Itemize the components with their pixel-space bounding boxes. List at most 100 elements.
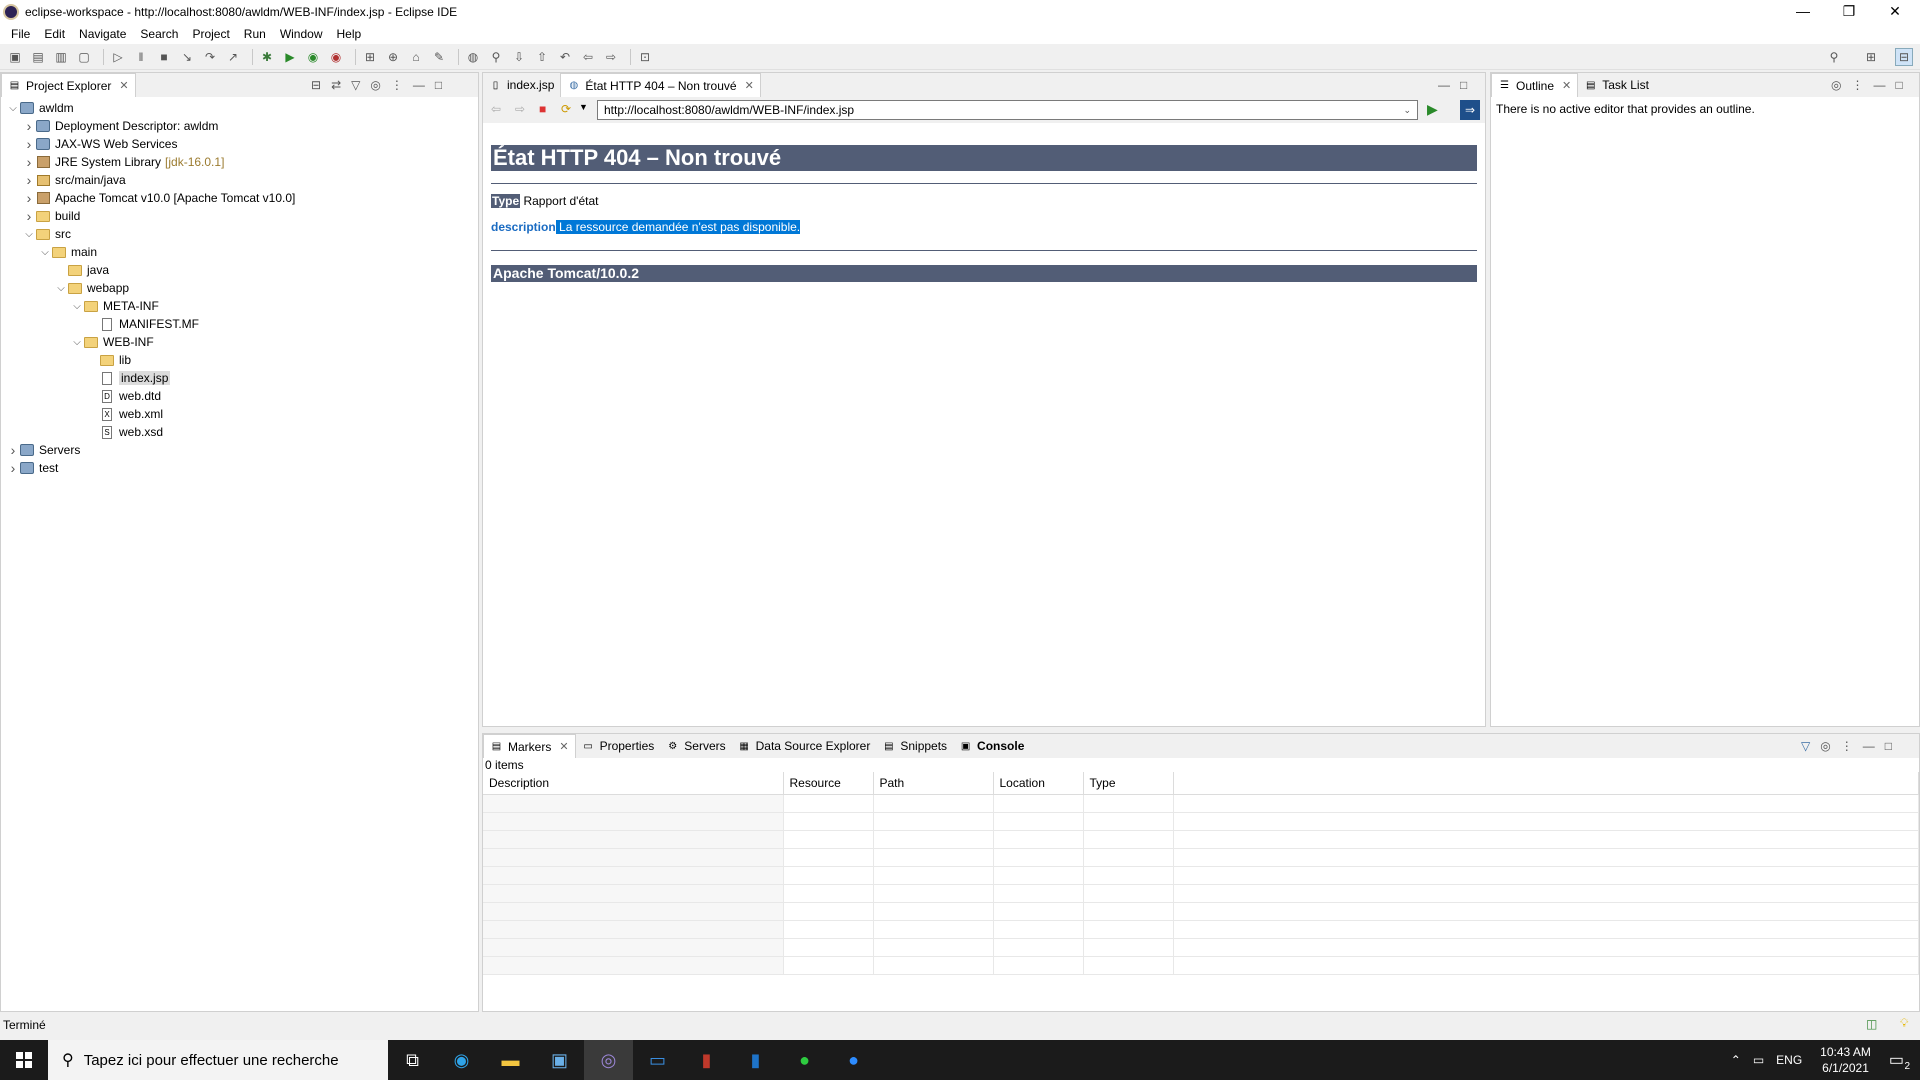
back-icon[interactable]: ⇦ bbox=[579, 48, 597, 66]
clock[interactable]: 10:43 AM 6/1/2021 bbox=[1820, 1044, 1871, 1076]
minimize-view-icon[interactable]: — bbox=[1863, 739, 1875, 753]
taskbar-search[interactable]: ⚲ Tapez ici pour effectuer une recherche bbox=[48, 1040, 388, 1080]
notifications-icon[interactable]: ▭ 2 bbox=[1889, 1050, 1910, 1072]
back-icon[interactable]: ⇦ bbox=[491, 102, 501, 116]
stop-icon[interactable]: ■ bbox=[539, 102, 546, 116]
menu-window[interactable]: Window bbox=[273, 27, 330, 41]
tray-chevron-icon[interactable]: ⌃ bbox=[1731, 1053, 1741, 1067]
tree-item[interactable]: lib bbox=[1, 351, 478, 369]
refresh-icon[interactable]: ⟳ bbox=[561, 102, 571, 116]
menu-help[interactable]: Help bbox=[330, 27, 369, 41]
maximize-view-icon[interactable]: □ bbox=[1460, 78, 1467, 92]
chevron-right-icon[interactable]: › bbox=[23, 190, 35, 206]
chevron-down-icon[interactable]: ▼ bbox=[579, 102, 588, 112]
access-icon[interactable]: ▮ bbox=[682, 1040, 731, 1080]
close-icon[interactable]: ✕ bbox=[1562, 79, 1571, 92]
link-editor-icon[interactable]: ⇄ bbox=[331, 78, 341, 92]
previous-annotation-icon[interactable]: ⇧ bbox=[533, 48, 551, 66]
tree-item[interactable]: › Deployment Descriptor: awldm bbox=[1, 117, 478, 135]
task-view-icon[interactable]: ⧉ bbox=[388, 1040, 437, 1080]
tab-console[interactable]: ▣ Console bbox=[953, 734, 1030, 758]
open-perspective-icon[interactable]: ⊞ bbox=[1862, 48, 1880, 66]
tree-item[interactable]: ⌵ src bbox=[1, 225, 478, 243]
menu-search[interactable]: Search bbox=[133, 27, 185, 41]
tab-project-explorer[interactable]: ▤ Project Explorer ✕ bbox=[1, 73, 136, 97]
suspend-icon[interactable]: ‖ bbox=[132, 48, 150, 66]
focus-icon[interactable]: ◎ bbox=[1831, 78, 1841, 92]
browser-menu-icon[interactable]: ⇒ bbox=[1460, 100, 1480, 120]
debug-icon[interactable]: ✱ bbox=[258, 48, 276, 66]
open-task-icon[interactable]: ✎ bbox=[430, 48, 448, 66]
edge-icon[interactable]: ◉ bbox=[437, 1040, 486, 1080]
close-icon[interactable]: ✕ bbox=[559, 740, 568, 753]
run-icon[interactable]: ▶ bbox=[281, 48, 299, 66]
tree-item[interactable]: index.jsp bbox=[1, 369, 478, 387]
tree-item[interactable]: ⌵ META-INF bbox=[1, 297, 478, 315]
column-header-location[interactable]: Location bbox=[993, 772, 1084, 795]
maximize-view-icon[interactable]: □ bbox=[435, 78, 442, 92]
tab-outline[interactable]: ☰ Outline ✕ bbox=[1491, 73, 1579, 97]
view-menu-icon[interactable]: ⋮ bbox=[1851, 78, 1863, 92]
minimize-view-icon[interactable]: — bbox=[1438, 78, 1450, 92]
app-window-icon[interactable]: ▭ bbox=[633, 1040, 682, 1080]
remote-desktop-icon[interactable]: ▣ bbox=[535, 1040, 584, 1080]
chevron-right-icon[interactable]: › bbox=[7, 460, 19, 476]
chevron-right-icon[interactable]: › bbox=[23, 118, 35, 134]
step-return-icon[interactable]: ↗ bbox=[224, 48, 242, 66]
focus-icon[interactable]: ◎ bbox=[1820, 739, 1830, 753]
wechat-icon[interactable]: ● bbox=[780, 1040, 829, 1080]
new-server-icon[interactable]: ⊞ bbox=[361, 48, 379, 66]
focus-icon[interactable]: ◎ bbox=[370, 78, 380, 92]
tab-markers[interactable]: ▤ Markers ✕ bbox=[483, 734, 576, 758]
web-browser-icon[interactable]: ◍ bbox=[464, 48, 482, 66]
forward-icon[interactable]: ⇨ bbox=[515, 102, 525, 116]
tree-item[interactable]: › JAX-WS Web Services bbox=[1, 135, 478, 153]
chevron-down-icon[interactable]: ⌵ bbox=[7, 103, 19, 114]
column-header-path[interactable]: Path bbox=[873, 772, 994, 795]
filter-icon[interactable]: ▽ bbox=[351, 78, 360, 92]
column-header-resource[interactable]: Resource bbox=[783, 772, 874, 795]
collapse-all-icon[interactable]: ⊟ bbox=[311, 78, 321, 92]
tree-item[interactable]: Xweb.xml bbox=[1, 405, 478, 423]
tab-data-source-explorer[interactable]: ▦ Data Source Explorer bbox=[732, 734, 877, 758]
chevron-right-icon[interactable]: › bbox=[23, 136, 35, 152]
tree-item[interactable]: Dweb.dtd bbox=[1, 387, 478, 405]
tree-item[interactable]: › Servers bbox=[1, 441, 478, 459]
tree-item[interactable]: › JRE System Library [jdk-16.0.1] bbox=[1, 153, 478, 171]
resume-icon[interactable]: ▷ bbox=[109, 48, 127, 66]
tree-item[interactable]: ⌵ main bbox=[1, 243, 478, 261]
step-over-icon[interactable]: ↷ bbox=[201, 48, 219, 66]
go-icon[interactable]: ▶ bbox=[1427, 101, 1438, 118]
network-icon[interactable]: ▭ bbox=[1753, 1053, 1764, 1067]
start-button[interactable] bbox=[0, 1040, 48, 1080]
coverage-icon[interactable]: ◉ bbox=[304, 48, 322, 66]
tree-item[interactable]: › build bbox=[1, 207, 478, 225]
search-tool-icon[interactable]: ⚲ bbox=[487, 48, 505, 66]
new-icon[interactable]: ▣ bbox=[6, 48, 24, 66]
chevron-right-icon[interactable]: › bbox=[23, 154, 35, 170]
menu-project[interactable]: Project bbox=[185, 27, 236, 41]
chevron-down-icon[interactable]: ⌵ bbox=[71, 337, 83, 348]
zoom-icon[interactable]: ● bbox=[829, 1040, 878, 1080]
open-type-icon[interactable]: ⌂ bbox=[407, 48, 425, 66]
tree-item[interactable]: ⌵ awldm bbox=[1, 99, 478, 117]
filter-icon[interactable]: ▽ bbox=[1801, 739, 1810, 753]
tree-item[interactable]: ⌵ WEB-INF bbox=[1, 333, 478, 351]
outlook-icon[interactable]: ▮ bbox=[731, 1040, 780, 1080]
maximize-view-icon[interactable]: □ bbox=[1895, 78, 1902, 92]
chevron-down-icon[interactable]: ⌵ bbox=[23, 229, 35, 240]
chevron-right-icon[interactable]: › bbox=[7, 442, 19, 458]
tree-item[interactable]: java bbox=[1, 261, 478, 279]
save-all-icon[interactable]: ▥ bbox=[52, 48, 70, 66]
column-header-type[interactable]: Type bbox=[1083, 772, 1174, 795]
chevron-down-icon[interactable]: ⌵ bbox=[71, 301, 83, 312]
console-icon[interactable]: ▢ bbox=[75, 48, 93, 66]
tab-index-jsp[interactable]: ▯ index.jsp bbox=[483, 73, 560, 97]
menu-file[interactable]: File bbox=[4, 27, 37, 41]
pin-editor-icon[interactable]: ⊡ bbox=[636, 48, 654, 66]
column-header-description[interactable]: Description bbox=[483, 772, 784, 795]
step-into-icon[interactable]: ↘ bbox=[178, 48, 196, 66]
next-annotation-icon[interactable]: ⇩ bbox=[510, 48, 528, 66]
tab-properties[interactable]: ▭ Properties bbox=[576, 734, 661, 758]
file-explorer-icon[interactable]: ▬ bbox=[486, 1040, 535, 1080]
